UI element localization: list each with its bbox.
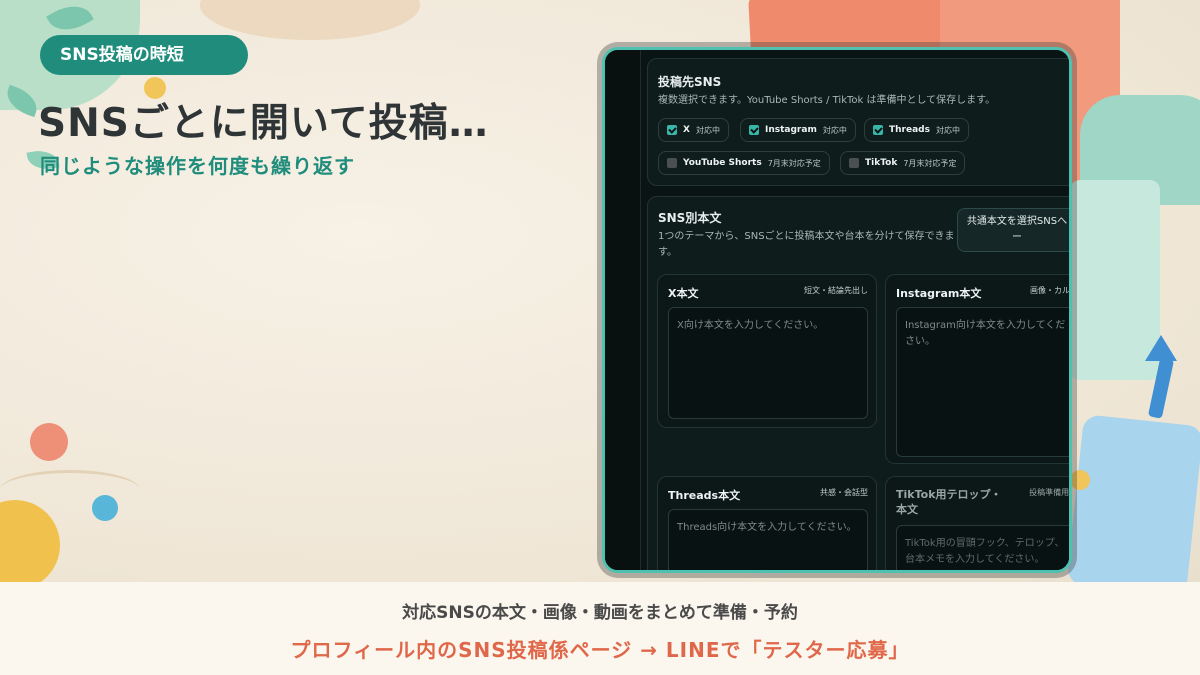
instagram-body-textarea[interactable]: Instagram向け本文を入力してください。 bbox=[896, 307, 1069, 457]
checkbox-checked[interactable] bbox=[749, 125, 759, 135]
checkbox-unchecked[interactable] bbox=[667, 158, 677, 168]
target-sns-description: 複数選択できます。YouTube Shorts / TikTok は準備中として… bbox=[658, 95, 996, 106]
card-title: X本文 bbox=[668, 287, 699, 300]
card-title: Instagram本文 bbox=[896, 287, 982, 300]
threads-body-textarea[interactable]: Threads向け本文を入力してください。 bbox=[668, 509, 868, 570]
bottom-banner: 対応SNSの本文・画像・動画をまとめて準備・予約 プロフィール内のSNS投稿係ペ… bbox=[0, 582, 1200, 675]
sns-option-status: 対応中 bbox=[695, 125, 720, 135]
sns-option-name: X bbox=[683, 125, 690, 135]
blue-card-decoration bbox=[1066, 414, 1200, 582]
sns-body-title: SNS別本文 bbox=[658, 211, 722, 225]
sns-option-status: 7月末対応予定 bbox=[903, 158, 957, 168]
card-note: 画像・カルーセル bbox=[1030, 286, 1070, 295]
card-title: TikTok用テロップ・本文 bbox=[896, 488, 1002, 516]
checkbox-checked[interactable] bbox=[667, 125, 677, 135]
instagram-body-card: Instagram本文 画像・カルーセル Instagram向け本文を入力してく… bbox=[885, 274, 1070, 464]
sns-option-name: Instagram bbox=[765, 125, 817, 135]
target-sns-panel: 投稿先SNS 複数選択できます。YouTube Shorts / TikTok … bbox=[647, 58, 1069, 186]
x-body-textarea[interactable]: X向け本文を入力してください。 bbox=[668, 307, 868, 419]
apply-common-text-label: 共通本文を選択SNS­へ bbox=[966, 216, 1068, 227]
sns-option-tiktok[interactable]: TikTok 7月末対応予定 bbox=[840, 151, 966, 175]
bottom-cta: プロフィール内のSNS投稿係ページ → LINEで「テスター応募」 bbox=[290, 638, 910, 662]
sns-body-description: 1つのテーマから、SNSごとに投稿本文や台本を分けて保存できます。 bbox=[658, 231, 955, 258]
app-screenshot-frame: 投稿先SNS 複数選択できます。YouTube Shorts / TikTok … bbox=[602, 47, 1072, 573]
checkbox-checked[interactable] bbox=[873, 125, 883, 135]
sns-option-name: Threads bbox=[889, 125, 930, 135]
wave-decoration bbox=[0, 470, 140, 510]
headline: SNSごとに開いて投稿… bbox=[38, 101, 489, 146]
card-note: 投稿準備用 / 7月 bbox=[1029, 488, 1070, 497]
yellow-dot-decoration bbox=[1070, 470, 1090, 490]
sns-option-status: 7月末対応予定 bbox=[767, 158, 821, 168]
sns-option-name: TikTok bbox=[865, 158, 898, 168]
coral-dot-decoration bbox=[30, 423, 68, 461]
card-title: Threads本文 bbox=[668, 489, 741, 502]
apply-common-text-button[interactable]: 共通本文を選択SNS­へ ー bbox=[957, 208, 1069, 252]
sns-option-name: YouTube Shorts bbox=[683, 158, 762, 168]
target-sns-title: 投稿先SNS bbox=[658, 75, 722, 89]
yellow-shape-decoration bbox=[0, 500, 60, 582]
bottom-summary: 対応SNSの本文・画像・動画をまとめて準備・予約 bbox=[402, 603, 798, 623]
card-note: 共感・会話型 bbox=[820, 488, 868, 497]
sns-option-status: 対応中 bbox=[822, 125, 847, 135]
card-note: 短文・結論先出し bbox=[804, 286, 868, 295]
sns-option-x[interactable]: X 対応中 bbox=[658, 118, 729, 142]
sns-option-instagram[interactable]: Instagram 対応中 bbox=[740, 118, 856, 142]
sns-option-threads[interactable]: Threads 対応中 bbox=[864, 118, 969, 142]
sidebar-strip bbox=[605, 50, 641, 570]
sns-option-status: 対応中 bbox=[935, 125, 960, 135]
x-body-card: X本文 短文・結論先出し X向け本文を入力してください。 bbox=[657, 274, 877, 428]
sns-option-youtube-shorts[interactable]: YouTube Shorts 7月末対応予定 bbox=[658, 151, 830, 175]
tiktok-body-textarea[interactable]: TikTok用の冒頭フック、テロップ、台本メモを入力してください。 bbox=[896, 525, 1069, 570]
paper-blob-decoration bbox=[200, 0, 420, 40]
threads-body-card: Threads本文 共感・会話型 Threads向け本文を入力してください。 bbox=[657, 476, 877, 570]
feature-tag: SNS投稿の時短 bbox=[40, 35, 248, 75]
checkbox-unchecked[interactable] bbox=[849, 158, 859, 168]
tiktok-body-card: TikTok用テロップ・本文 投稿準備用 / 7月 TikTok用の冒頭フック、… bbox=[885, 476, 1070, 570]
app-window: 投稿先SNS 複数選択できます。YouTube Shorts / TikTok … bbox=[605, 50, 1069, 570]
subheadline: 同じような操作を何度も繰り返す bbox=[40, 154, 355, 178]
apply-common-text-label-2: ー bbox=[1012, 232, 1022, 243]
